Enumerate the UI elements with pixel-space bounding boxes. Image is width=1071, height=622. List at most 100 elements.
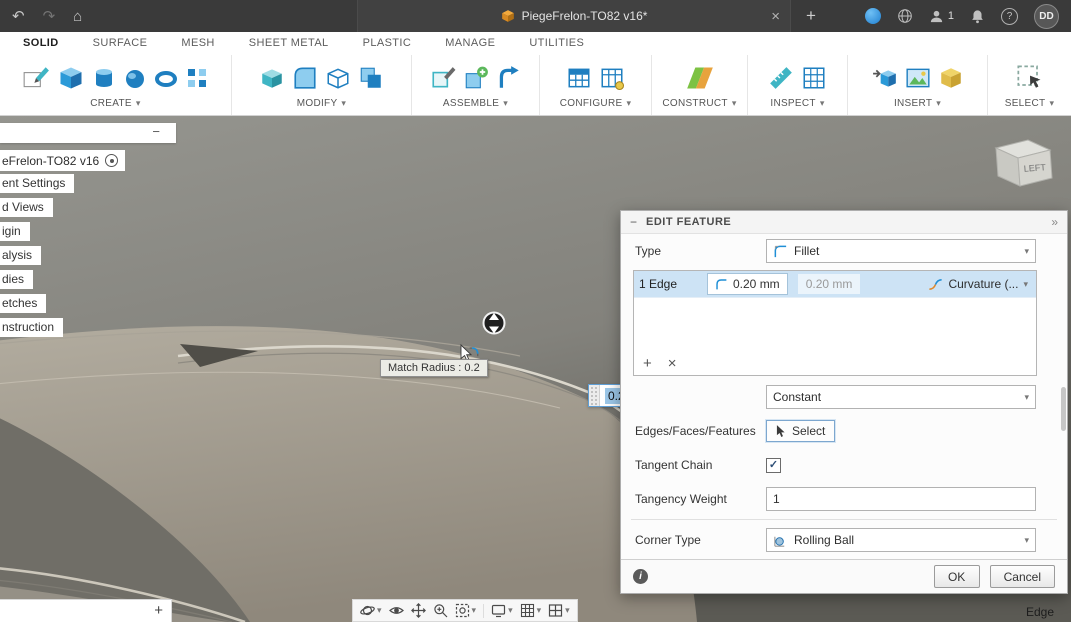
construct-dropdown[interactable]: CONSTRUCT ▾: [662, 98, 736, 109]
combine-icon[interactable]: [358, 65, 384, 91]
look-at-icon[interactable]: [389, 603, 404, 618]
pan-icon[interactable]: [411, 603, 426, 618]
browser-item-document-settings[interactable]: ent Settings: [0, 174, 74, 193]
continuity-dropdown[interactable]: Curvature (... ▾: [928, 277, 1031, 292]
grid-icon[interactable]: ▾: [520, 603, 542, 618]
active-component-radio-icon[interactable]: [105, 154, 118, 167]
fit-icon[interactable]: ▾: [455, 603, 477, 618]
joint-icon[interactable]: [463, 65, 489, 91]
new-component-icon[interactable]: [430, 65, 456, 91]
tangency-weight-input[interactable]: [766, 487, 1036, 511]
add-selection-button[interactable]: +: [643, 356, 652, 371]
bell-icon[interactable]: [970, 9, 985, 24]
viewcube[interactable]: LEFT: [984, 134, 1064, 198]
tab-manage[interactable]: MANAGE: [428, 32, 512, 55]
display-settings-icon[interactable]: ▾: [491, 603, 513, 618]
select-icon[interactable]: [1016, 64, 1044, 92]
selection-table: 1 Edge 0.20 mm 0.20 mm: [633, 270, 1037, 376]
select-button[interactable]: Select: [766, 420, 835, 442]
browser-item-sketches[interactable]: etches: [0, 294, 46, 313]
browser-minimize-button[interactable]: −: [152, 124, 160, 139]
browser-item-named-views[interactable]: d Views: [0, 198, 53, 217]
chevron-down-icon: ▾: [136, 98, 141, 109]
type-dropdown[interactable]: Fillet ▾: [766, 239, 1036, 263]
profile-icon[interactable]: [929, 9, 944, 24]
drag-grip-icon[interactable]: [589, 385, 600, 406]
inspect-dropdown[interactable]: INSPECT ▾: [770, 98, 824, 109]
expand-icon[interactable]: »: [1051, 215, 1058, 229]
corner-type-dropdown[interactable]: Rolling Ball ▾: [766, 528, 1036, 552]
avatar[interactable]: DD: [1034, 4, 1059, 29]
create-dropdown[interactable]: CREATE ▾: [90, 98, 140, 109]
torus-icon[interactable]: [154, 66, 178, 90]
insert-dropdown[interactable]: INSERT ▾: [894, 98, 941, 109]
select-dropdown[interactable]: SELECT ▾: [1005, 98, 1055, 109]
job-status-icon[interactable]: [865, 8, 881, 24]
fusion-window: ↶ ↷ ⌂ PiegeFrelon-TO82 v16* × +: [0, 0, 1071, 622]
info-icon[interactable]: i: [633, 569, 648, 584]
help-icon[interactable]: ?: [1001, 8, 1018, 25]
close-tab-icon[interactable]: ×: [771, 0, 780, 32]
collapse-icon[interactable]: −: [630, 215, 637, 229]
configuration-table-icon[interactable]: [599, 65, 625, 91]
fillet-tool-icon[interactable]: [292, 65, 318, 91]
shell-icon[interactable]: [325, 65, 351, 91]
timeline-add-button[interactable]: +: [154, 602, 163, 619]
dialog-header[interactable]: − EDIT FEATURE »: [621, 211, 1067, 234]
tangent-chain-label: Tangent Chain: [635, 458, 766, 472]
edge-radius-field[interactable]: 0.20 mm: [707, 273, 788, 295]
redo-icon[interactable]: ↷: [43, 7, 56, 25]
insert-derive-icon[interactable]: [872, 65, 898, 91]
undo-icon[interactable]: ↶: [12, 7, 25, 25]
zoom-icon[interactable]: [433, 603, 448, 618]
browser-item-origin[interactable]: igin: [0, 222, 30, 241]
as-built-joint-icon[interactable]: [496, 65, 522, 91]
tab-plastic[interactable]: PLASTIC: [346, 32, 429, 55]
viewports-icon[interactable]: ▾: [548, 603, 570, 618]
new-tab-button[interactable]: +: [806, 0, 816, 32]
modify-dropdown[interactable]: MODIFY ▾: [297, 98, 347, 109]
cylinder-icon[interactable]: [92, 66, 116, 90]
create-sketch-icon[interactable]: [22, 64, 50, 92]
assemble-dropdown[interactable]: ASSEMBLE ▾: [443, 98, 508, 109]
insert-mcmaster-icon[interactable]: [938, 65, 964, 91]
cancel-button[interactable]: Cancel: [990, 565, 1055, 588]
select-cursor-icon: [776, 425, 787, 438]
home-icon[interactable]: ⌂: [73, 8, 82, 25]
canvas-image-icon[interactable]: [905, 65, 931, 91]
edge-radius-secondary[interactable]: 0.20 mm: [798, 274, 861, 294]
sphere-icon[interactable]: [123, 66, 147, 90]
navbar-divider: [483, 604, 484, 618]
tangent-chain-checkbox[interactable]: ✓: [766, 458, 781, 473]
dialog-scrollbar[interactable]: [1061, 387, 1066, 431]
orbit-icon[interactable]: ▾: [360, 603, 382, 618]
browser-item-analysis[interactable]: alysis: [0, 246, 41, 265]
browser-root-item[interactable]: eFrelon-TO82 v16: [0, 150, 125, 171]
pattern-icon[interactable]: [185, 66, 209, 90]
remove-selection-button[interactable]: ×: [668, 356, 677, 371]
viewcube-face-label[interactable]: LEFT: [1023, 162, 1046, 174]
type-value: Fillet: [794, 244, 1018, 258]
configure-dropdown[interactable]: CONFIGURE ▾: [560, 98, 632, 109]
tab-sheet-metal[interactable]: SHEET METAL: [232, 32, 346, 55]
tab-utilities[interactable]: UTILITIES: [512, 32, 601, 55]
radius-type-dropdown[interactable]: Constant ▾: [766, 385, 1036, 409]
radius-drag-handle[interactable]: [484, 313, 505, 334]
measure-icon[interactable]: [768, 65, 794, 91]
browser-item-construction[interactable]: nstruction: [0, 318, 63, 337]
edge-selection-row[interactable]: 1 Edge 0.20 mm 0.20 mm: [634, 271, 1036, 298]
create-form-icon[interactable]: [57, 64, 85, 92]
press-pull-icon[interactable]: [259, 65, 285, 91]
tab-mesh[interactable]: MESH: [164, 32, 231, 55]
globe-icon[interactable]: [897, 8, 913, 24]
ok-button[interactable]: OK: [934, 565, 980, 588]
chevron-down-icon: ▾: [341, 98, 346, 109]
tab-solid[interactable]: SOLID: [6, 32, 76, 55]
construction-plane-icon[interactable]: [686, 64, 714, 92]
document-tab[interactable]: PiegeFrelon-TO82 v16* ×: [357, 0, 791, 32]
tab-surface[interactable]: SURFACE: [76, 32, 165, 55]
chevron-down-icon: ▾: [1024, 392, 1029, 403]
section-analysis-icon[interactable]: [801, 65, 827, 91]
browser-item-bodies[interactable]: dies: [0, 270, 33, 289]
configure-icon[interactable]: [566, 65, 592, 91]
